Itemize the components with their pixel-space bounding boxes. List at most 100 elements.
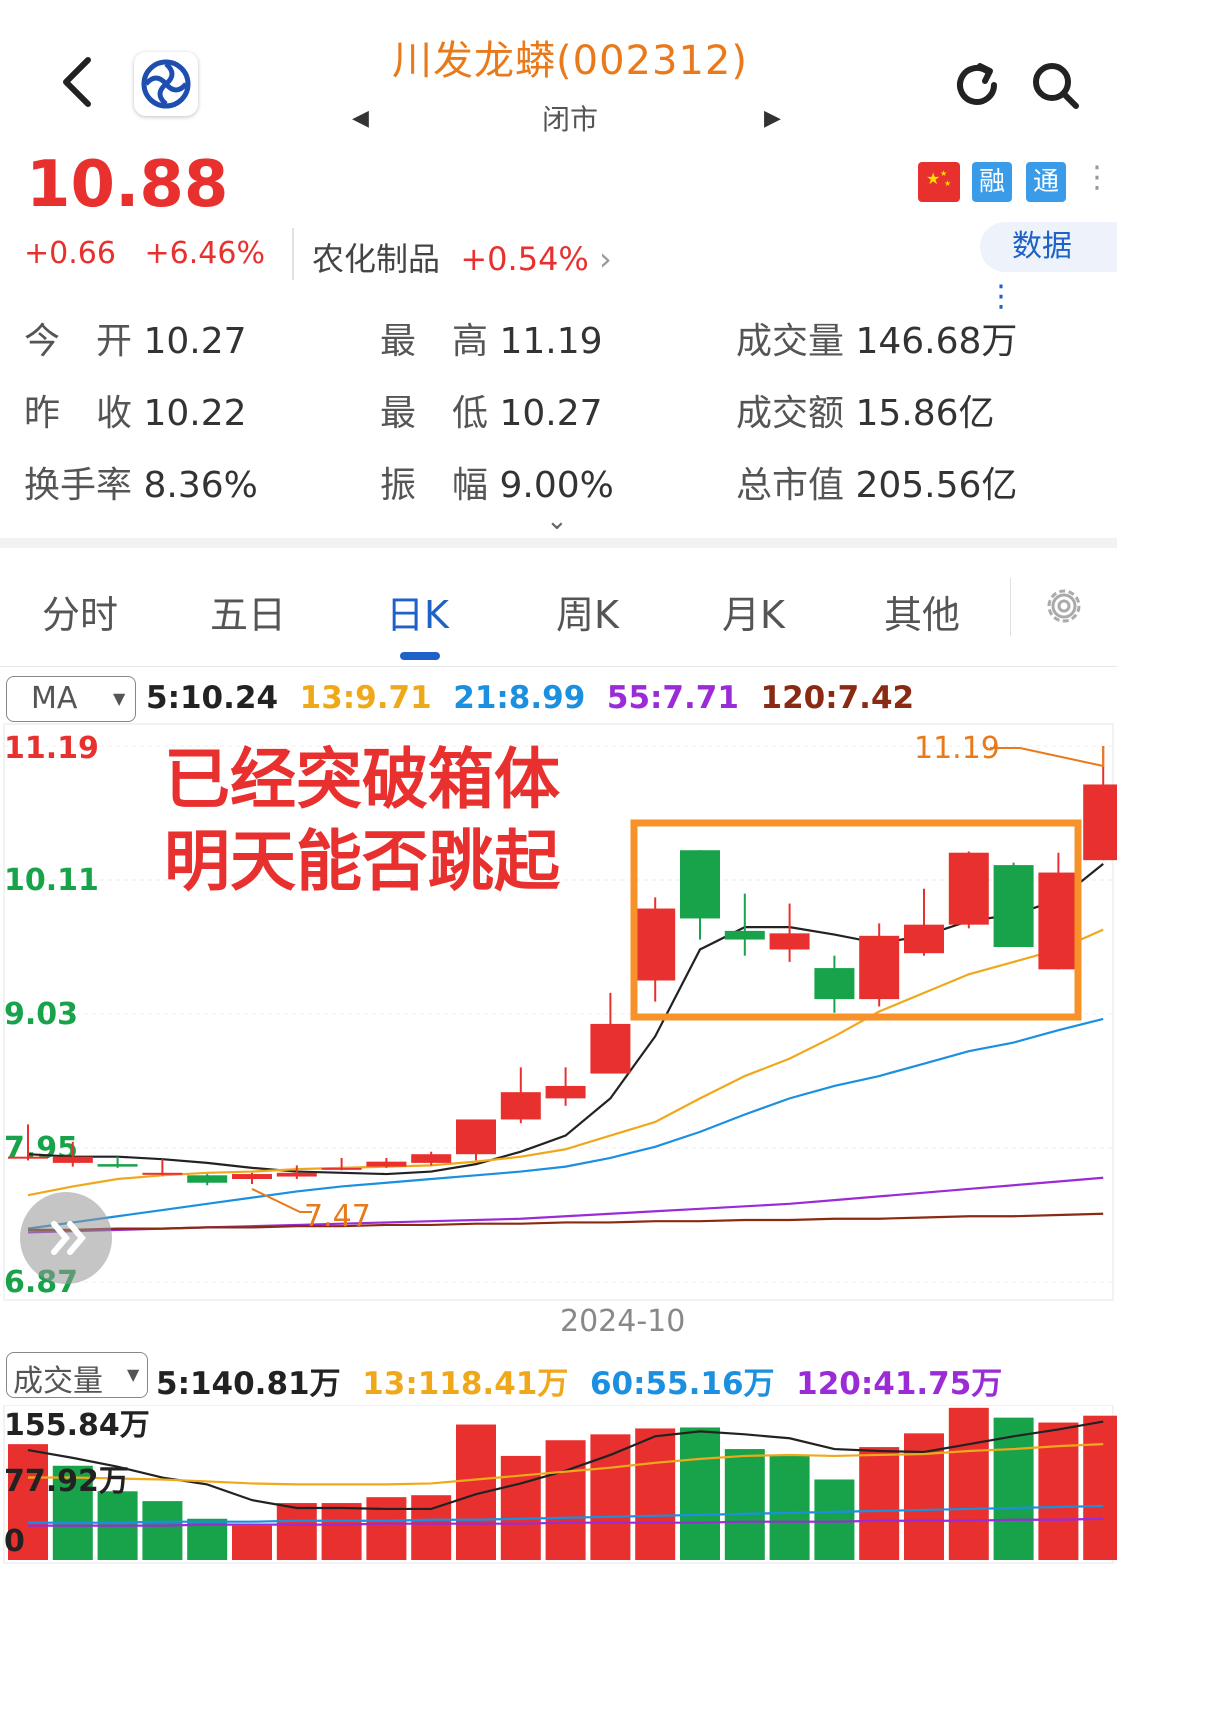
ma-120-value: 120:7.42	[760, 680, 915, 716]
y-axis-label: 11.19	[4, 731, 99, 766]
caret-down-icon: ▼	[127, 1365, 140, 1384]
tab-monthly-k[interactable]: 月K	[722, 584, 785, 639]
candle	[635, 897, 676, 1002]
volume-bar	[635, 1428, 676, 1560]
candle	[814, 955, 855, 1013]
candle-body	[1038, 872, 1079, 970]
change-percent: +6.46%	[144, 236, 265, 271]
back-button[interactable]	[52, 52, 106, 112]
stock-connect-badge[interactable]: 通	[1026, 162, 1066, 202]
volume-bar	[769, 1454, 810, 1560]
candle-body	[724, 930, 765, 940]
tab-daily-k[interactable]: 日K	[386, 584, 449, 639]
candle	[904, 888, 944, 956]
more-icon[interactable]: ⋮	[1082, 160, 1112, 195]
ma-13-value: 13:9.71	[299, 680, 432, 716]
volume-bar	[590, 1434, 631, 1560]
candle-body	[904, 924, 944, 954]
sector-name: 农化制品	[312, 240, 441, 278]
company-logo	[134, 52, 198, 116]
stat-turnover-amount: 成交额 15.86亿	[736, 393, 995, 434]
tab-intraday[interactable]: 分时	[42, 584, 118, 639]
divider	[292, 228, 294, 280]
vol-ma-13-value: 13:118.41万	[362, 1366, 569, 1402]
chevron-right-icon: ›	[599, 240, 612, 278]
prev-stock-arrow[interactable]: ◀	[352, 106, 369, 131]
stat-open: 今 开 10.27	[24, 321, 247, 362]
top-nav-bar: 川发龙蟒(002312) ◀ 闭市 ▶	[0, 0, 1117, 140]
tab-five-day[interactable]: 五日	[210, 584, 286, 639]
annotation-line-2: 明天能否跳起	[164, 823, 561, 900]
date-axis-label: 2024-10	[560, 1304, 686, 1339]
next-stock-arrow[interactable]: ▶	[764, 106, 781, 131]
indicator-select-value: MA	[31, 681, 78, 716]
svg-text:★: ★	[926, 169, 940, 188]
more-vertical-icon: ⋮	[986, 279, 1016, 314]
candlestick-chart[interactable]: 11.1910.119.037.956.8711.197.47已经突破箱体明天能…	[0, 722, 1117, 1302]
candle-body	[948, 852, 989, 925]
margin-trading-badge[interactable]: 融	[972, 162, 1012, 202]
candle	[456, 1119, 496, 1161]
high-leader-line	[990, 746, 1105, 768]
sector-link[interactable]: 农化制品 +0.54% ›	[312, 234, 612, 280]
volume-bar	[1038, 1422, 1079, 1560]
candle-body	[590, 1023, 631, 1074]
y-axis-label: 9.03	[4, 997, 78, 1032]
ma-55-value: 55:7.71	[606, 680, 739, 716]
low-price-label: 7.47	[304, 1199, 371, 1234]
candle-body	[366, 1161, 407, 1167]
ma-legend: 5:10.24 13:9.71 21:8.99 55:7.71 120:7.42	[146, 680, 914, 716]
last-price: 10.88	[26, 148, 229, 222]
candle-body	[456, 1119, 496, 1155]
ma-line-13	[27, 928, 1104, 1197]
vol-ma-120-value: 120:41.75万	[796, 1366, 1003, 1402]
volume-chart[interactable]: 155.84万 77.92万 0	[0, 1405, 1117, 1568]
volume-bar	[500, 1455, 541, 1560]
candle	[769, 903, 810, 962]
volume-bar	[276, 1503, 317, 1560]
candle	[1038, 852, 1079, 970]
stat-prev-close: 昨 收 10.22	[24, 393, 247, 434]
search-button[interactable]	[1028, 58, 1082, 112]
expand-chevron-icon[interactable]: ⌄	[546, 506, 568, 536]
candle-body	[276, 1172, 317, 1177]
data-button[interactable]: 数据 ⋮	[980, 222, 1117, 314]
candle-body	[97, 1164, 138, 1167]
svg-text:★: ★	[944, 179, 951, 188]
vol-ma-5-value: 5:140.81万	[156, 1366, 341, 1402]
price-change: +0.66 +6.46%	[24, 236, 265, 271]
volume-axis-label: 155.84万	[4, 1408, 150, 1443]
candle	[590, 992, 631, 1074]
tab-other[interactable]: 其他	[884, 584, 960, 639]
volume-bar	[545, 1440, 586, 1560]
chevron-left-icon	[63, 57, 91, 107]
chart-settings-button[interactable]	[1040, 582, 1088, 630]
stat-market-cap: 总市值 205.56亿	[736, 465, 1018, 506]
volume-bar	[366, 1497, 407, 1560]
data-button-label: 数据	[1012, 229, 1072, 264]
candle	[680, 850, 720, 940]
china-flag-icon: ★ ★ ★	[918, 162, 960, 202]
candle	[948, 851, 989, 929]
candle-body	[8, 1156, 48, 1159]
volume-ma-legend: 5:140.81万 13:118.41万 60:55.16万 120:41.75…	[156, 1358, 1002, 1403]
refresh-button[interactable]	[950, 58, 1004, 112]
change-amount: +0.66	[24, 236, 116, 271]
ma-line-21	[27, 1017, 1104, 1230]
collapse-handle[interactable]	[20, 1192, 112, 1284]
refresh-icon	[957, 63, 997, 105]
candle-body	[500, 1092, 541, 1120]
tab-weekly-k[interactable]: 周K	[556, 584, 619, 639]
indicator-select[interactable]: MA ▼	[6, 676, 136, 722]
volume-bar	[142, 1501, 183, 1560]
volume-bar	[321, 1503, 362, 1560]
stat-high: 最 高 11.19	[380, 321, 603, 362]
volume-bar	[859, 1447, 900, 1560]
candle-body	[142, 1172, 183, 1175]
candle	[366, 1157, 407, 1168]
volume-indicator-select[interactable]: 成交量 ▼	[6, 1352, 148, 1399]
volume-bar	[814, 1479, 855, 1560]
double-chevron-right-icon	[51, 1221, 86, 1255]
candle	[545, 1067, 586, 1106]
vol-ma-60-value: 60:55.16万	[589, 1366, 775, 1402]
